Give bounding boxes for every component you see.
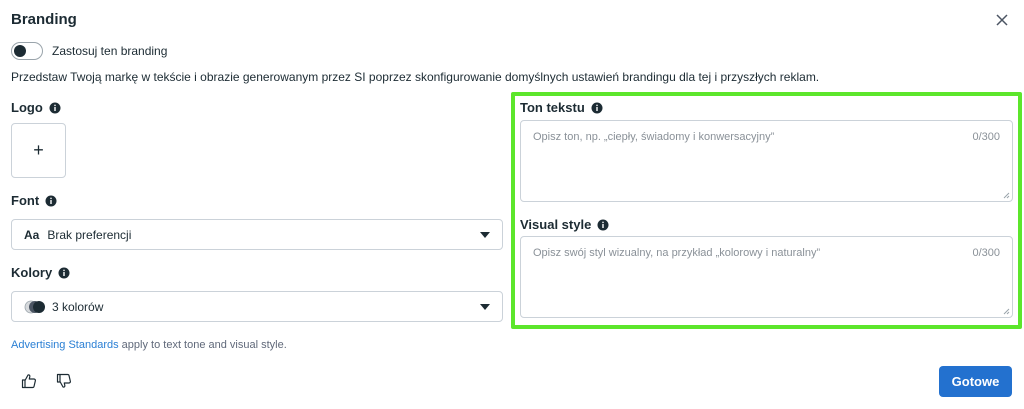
tone-textarea[interactable]: Opisz ton, np. „ciepły, świadomy i konwe…	[520, 120, 1013, 202]
colors-label: Kolory	[11, 265, 53, 280]
info-icon[interactable]	[591, 102, 603, 114]
logo-label: Logo	[11, 100, 43, 115]
color-swatches-icon	[24, 300, 45, 313]
visual-label: Visual style	[520, 217, 592, 232]
info-icon[interactable]	[58, 267, 70, 279]
visual-placeholder: Opisz swój styl wizualny, na przykład „k…	[533, 247, 821, 259]
visual-char-counter: 0/300	[972, 247, 1000, 259]
info-icon[interactable]	[45, 195, 57, 207]
thumbs-up-icon[interactable]	[21, 373, 37, 389]
chevron-down-icon	[480, 232, 490, 238]
chevron-down-icon	[480, 304, 490, 310]
visual-section-label: Visual style	[520, 217, 609, 232]
font-section-label: Font	[11, 193, 57, 208]
tone-label: Ton tekstu	[520, 100, 585, 115]
font-aa-icon: Aa	[24, 227, 40, 242]
colors-selected-value: 3 kolorów	[52, 299, 104, 314]
resize-handle-icon[interactable]	[1003, 192, 1010, 199]
colors-section-label: Kolory	[11, 265, 70, 280]
toggle-knob	[14, 45, 26, 57]
apply-branding-label: Zastosuj ten branding	[52, 44, 168, 58]
resize-handle-icon[interactable]	[1003, 308, 1010, 315]
standards-disclaimer: Advertising Standards apply to text tone…	[11, 339, 287, 351]
tone-char-counter: 0/300	[972, 131, 1000, 143]
thumbs-down-icon[interactable]	[56, 373, 72, 389]
visual-style-textarea[interactable]: Opisz swój styl wizualny, na przykład „k…	[520, 236, 1013, 318]
branding-description: Przedstaw Twoją markę w tekście i obrazi…	[11, 70, 820, 84]
tone-section-label: Ton tekstu	[520, 100, 603, 115]
tone-placeholder: Opisz ton, np. „ciepły, świadomy i konwe…	[533, 131, 775, 143]
apply-branding-row: Zastosuj ten branding	[11, 42, 167, 60]
disclaimer-text: apply to text tone and visual style.	[118, 339, 287, 351]
info-icon[interactable]	[597, 219, 609, 231]
plus-icon: +	[33, 140, 44, 160]
logo-section-label: Logo	[11, 100, 61, 115]
font-selected-value: Brak preferencji	[47, 227, 132, 242]
apply-branding-toggle[interactable]	[11, 42, 43, 60]
colors-select[interactable]: 3 kolorów	[11, 291, 503, 322]
advertising-standards-link[interactable]: Advertising Standards	[11, 339, 119, 351]
add-logo-button[interactable]: +	[11, 123, 66, 178]
font-select[interactable]: Aa Brak preferencji	[11, 219, 503, 250]
dialog-title: Branding	[11, 11, 77, 28]
close-icon[interactable]	[994, 12, 1010, 28]
done-button[interactable]: Gotowe	[939, 366, 1012, 397]
info-icon[interactable]	[49, 102, 61, 114]
font-label: Font	[11, 193, 40, 208]
